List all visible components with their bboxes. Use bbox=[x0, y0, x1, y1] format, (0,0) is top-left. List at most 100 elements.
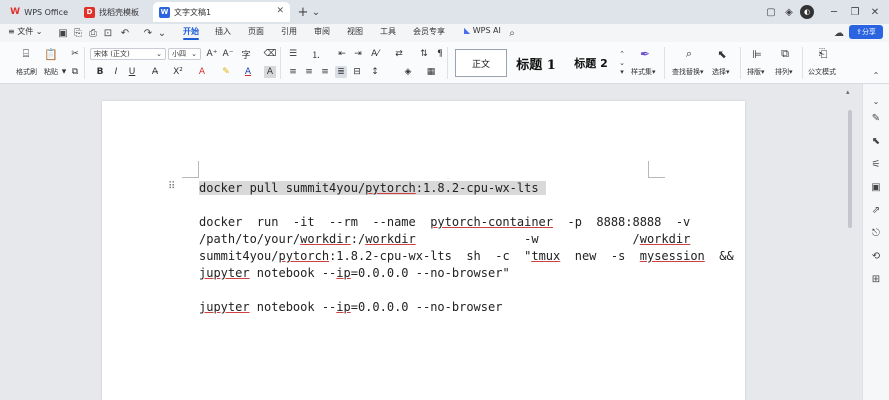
file-menu[interactable]: ≡ 文件 ⌄ bbox=[8, 26, 43, 37]
numbered-list-icon[interactable]: ⒈ bbox=[310, 48, 322, 61]
doc-line[interactable]: docker pull summit4you/pytorch:1.8.2-cpu… bbox=[199, 180, 546, 196]
chinese-layout-icon[interactable]: A⁄ bbox=[369, 48, 381, 60]
minimize-icon[interactable]: ─ bbox=[827, 5, 841, 19]
line-spacing-icon[interactable]: ↕ bbox=[369, 66, 381, 78]
select-cursor-icon[interactable]: ⬉ bbox=[716, 48, 728, 61]
format-painter-icon[interactable]: ⌸ bbox=[20, 47, 32, 60]
tab-docer-templates[interactable]: D 找稻壳模板 bbox=[78, 2, 150, 22]
clear-format-icon[interactable]: ⌫ bbox=[264, 48, 277, 60]
official-doc-icon[interactable]: ⎗ bbox=[817, 47, 829, 60]
select-button[interactable]: 选择▾ bbox=[712, 67, 730, 77]
bullet-list-icon[interactable]: ☰ bbox=[287, 48, 299, 60]
text-effect-icon[interactable]: A bbox=[196, 66, 208, 78]
distributed-icon[interactable]: ⊟ bbox=[351, 66, 363, 78]
tab-references[interactable]: 引用 bbox=[281, 26, 297, 37]
style-set-button[interactable]: 样式集▾ bbox=[631, 67, 656, 77]
doc-line[interactable]: jupyter notebook --ip=0.0.0.0 --no-brows… bbox=[199, 265, 510, 281]
tab-view[interactable]: 视图 bbox=[347, 26, 363, 37]
tab-document[interactable]: W 文字文稿1 ✕ bbox=[153, 2, 290, 22]
border-icon[interactable]: ▦ bbox=[425, 66, 437, 78]
tab-page[interactable]: 页面 bbox=[248, 26, 264, 37]
find-replace-button[interactable]: 查找替换▾ bbox=[672, 67, 704, 77]
copy-icon[interactable]: ⧉ bbox=[69, 66, 81, 78]
save-icon[interactable]: ▣ bbox=[56, 26, 70, 40]
undo-icon[interactable]: ↶ bbox=[118, 26, 132, 40]
wps-ai-button[interactable]: ◣ WPS AI bbox=[464, 26, 501, 35]
translate-icon[interactable]: ⎋ bbox=[869, 226, 883, 240]
tab-wps-office[interactable]: W WPS Office bbox=[4, 2, 74, 22]
typeset-button[interactable]: 排版▾ bbox=[747, 67, 765, 77]
increase-indent-icon[interactable]: ⇥ bbox=[352, 48, 364, 60]
justify-icon[interactable]: ≣ bbox=[335, 66, 347, 78]
window-restore-icon[interactable]: ▢ bbox=[764, 5, 778, 19]
search-icon[interactable]: ⌕ bbox=[505, 26, 519, 40]
find-icon[interactable]: ⌕ bbox=[683, 47, 695, 60]
sync-icon[interactable]: ⟲ bbox=[869, 249, 883, 263]
char-shading-icon[interactable]: A bbox=[264, 66, 276, 78]
adjust-icon[interactable]: ⚟ bbox=[869, 157, 883, 171]
image-icon[interactable]: ▣ bbox=[869, 180, 883, 194]
layout-icon[interactable]: ⊫ bbox=[751, 48, 763, 61]
arrange-button[interactable]: 排列▾ bbox=[775, 67, 793, 77]
doc-line[interactable]: docker run -it --rm --name pytorch-conta… bbox=[199, 214, 690, 230]
new-tab-button[interactable]: + bbox=[296, 5, 310, 20]
close-window-icon[interactable]: ✕ bbox=[868, 5, 882, 19]
phonetic-icon[interactable]: 字 bbox=[240, 48, 252, 61]
grow-font-icon[interactable]: A⁺ bbox=[206, 48, 218, 60]
maximize-icon[interactable]: ❐ bbox=[848, 5, 862, 19]
format-painter-button[interactable]: 格式刷 bbox=[16, 67, 37, 77]
bold-icon[interactable]: B bbox=[94, 66, 106, 78]
redo-icon[interactable]: ↷ bbox=[141, 26, 155, 40]
tab-member[interactable]: 会员专享 bbox=[413, 26, 445, 37]
style-set-icon[interactable]: ✒ bbox=[639, 47, 651, 61]
text-direction-icon[interactable]: ⇄ bbox=[393, 48, 405, 60]
export-icon[interactable]: ⎘ bbox=[71, 26, 85, 40]
chevron-down-icon[interactable]: ⌄ bbox=[309, 5, 323, 19]
style-heading2[interactable]: 标题 2 bbox=[566, 49, 616, 77]
style-heading1[interactable]: 标题 1 bbox=[510, 49, 562, 77]
tab-home[interactable]: 开始 bbox=[183, 26, 199, 40]
close-icon[interactable]: ✕ bbox=[276, 6, 284, 16]
style-normal[interactable]: 正文 bbox=[455, 49, 507, 77]
italic-icon[interactable]: I bbox=[110, 66, 122, 78]
chevron-down-icon[interactable]: ⌄ bbox=[869, 94, 883, 108]
align-right-icon[interactable]: ≡ bbox=[319, 66, 331, 78]
expand-styles-icon[interactable]: ▾ bbox=[616, 66, 628, 78]
tab-tools[interactable]: 工具 bbox=[380, 26, 396, 37]
superscript-icon[interactable]: X² bbox=[172, 66, 184, 78]
paste-icon[interactable]: 📋 bbox=[44, 48, 58, 61]
doc-line[interactable]: summit4you/pytorch:1.8.2-cpu-wx-lts sh -… bbox=[199, 248, 734, 264]
font-size-select[interactable]: 小四 ⌄ bbox=[168, 48, 201, 60]
vertical-scrollbar[interactable]: ▴ bbox=[845, 88, 855, 400]
document-page[interactable]: ⠿ docker pull summit4you/pytorch:1.8.2-c… bbox=[102, 101, 745, 400]
tab-review[interactable]: 审阅 bbox=[314, 26, 330, 37]
underline-icon[interactable]: U bbox=[126, 66, 138, 78]
scroll-up-icon[interactable]: ▴ bbox=[846, 88, 850, 96]
strikethrough-icon[interactable]: A̶ bbox=[149, 66, 161, 78]
sort-icon[interactable]: ⇅ bbox=[418, 48, 430, 60]
pen-icon[interactable]: ✎ bbox=[869, 111, 883, 125]
cloud-icon[interactable]: ☁ bbox=[832, 26, 846, 40]
align-center-icon[interactable]: ≡ bbox=[303, 66, 315, 78]
tab-insert[interactable]: 插入 bbox=[215, 26, 231, 37]
font-name-select[interactable]: 宋体 (正文) ⌄ bbox=[90, 48, 166, 60]
scroll-thumb[interactable] bbox=[848, 110, 852, 228]
print-preview-icon[interactable]: ⊡ bbox=[101, 26, 115, 40]
decrease-indent-icon[interactable]: ⇤ bbox=[336, 48, 348, 60]
collapse-ribbon-icon[interactable]: ⌃ bbox=[870, 69, 882, 81]
print-icon[interactable]: ⎙ bbox=[86, 26, 100, 40]
align-left-icon[interactable]: ≡ bbox=[287, 66, 299, 78]
shrink-font-icon[interactable]: A⁻ bbox=[222, 48, 234, 60]
share-icon[interactable]: ⇗ bbox=[869, 203, 883, 217]
show-marks-icon[interactable]: ¶ bbox=[434, 48, 446, 60]
avatar[interactable]: ◐ bbox=[800, 5, 814, 19]
paragraph-drag-handle[interactable]: ⠿ bbox=[168, 181, 175, 192]
doc-mode-button[interactable]: 公文模式 bbox=[808, 67, 836, 77]
share-button[interactable]: ⇪ 分享 bbox=[849, 25, 883, 39]
select-icon[interactable]: ⬉ bbox=[869, 134, 883, 148]
cut-icon[interactable]: ✂ bbox=[69, 48, 81, 60]
font-color-icon[interactable]: A bbox=[242, 66, 254, 78]
skin-icon[interactable]: ◈ bbox=[782, 5, 796, 19]
doc-line[interactable]: /path/to/your/workdir:/workdir -w /workd… bbox=[199, 231, 690, 247]
highlight-icon[interactable]: ✎ bbox=[220, 66, 232, 78]
